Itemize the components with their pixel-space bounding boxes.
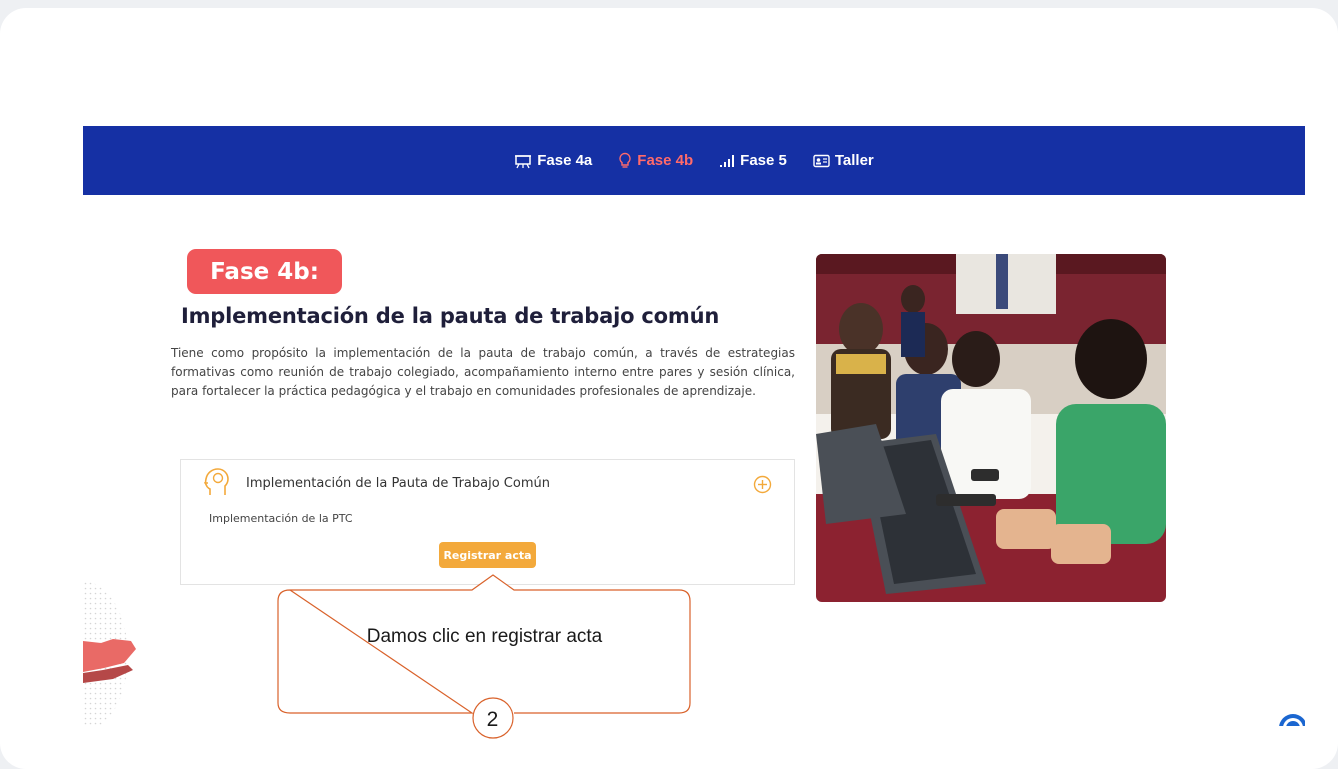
step-number: 2: [486, 708, 499, 731]
callout-text: Damos clic en registrar acta: [366, 626, 603, 647]
tutorial-card: Fase 4a Fase 4b Fase 5 Taller Fase 4b: I…: [0, 8, 1338, 769]
callout-bubble: [277, 574, 691, 739]
